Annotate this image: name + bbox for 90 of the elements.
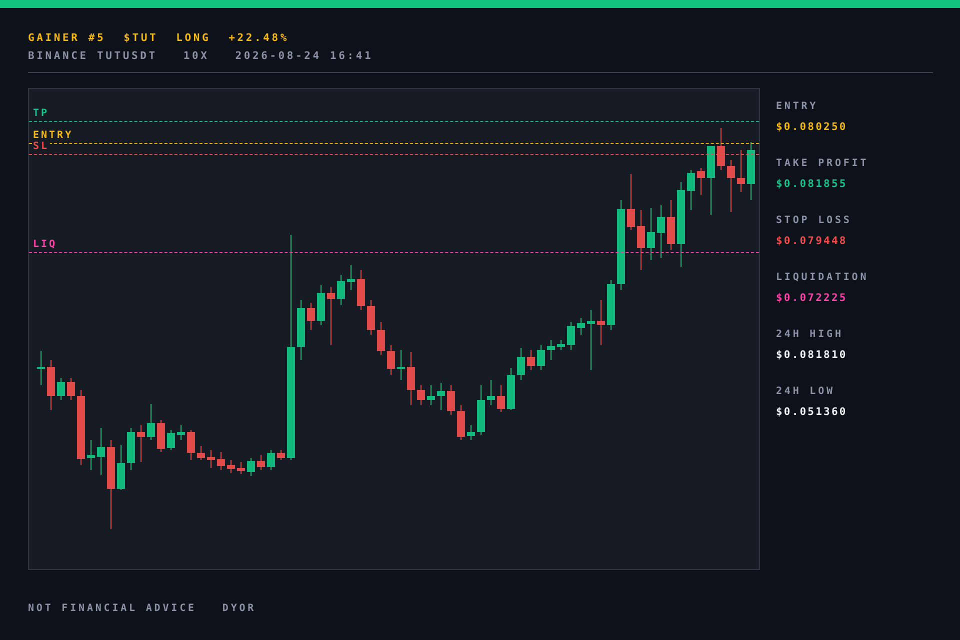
candle — [147, 404, 155, 440]
stat-label: 24H LOW — [776, 385, 836, 399]
candle — [497, 384, 505, 412]
candle — [277, 450, 285, 460]
candle — [517, 348, 525, 380]
candle — [717, 128, 725, 170]
header-title-text: $TUT — [124, 31, 158, 45]
candle — [417, 384, 425, 406]
candle — [137, 424, 145, 462]
candle — [577, 318, 585, 336]
candle — [87, 440, 95, 470]
candle — [237, 462, 245, 474]
header-title-text: LONG — [176, 31, 211, 45]
candle — [127, 428, 135, 470]
footer-text: DYOR — [222, 603, 256, 614]
header-subtitle-text: 10X — [183, 49, 210, 63]
candle — [477, 384, 485, 436]
candle — [647, 208, 655, 260]
candle — [467, 424, 475, 440]
candle — [187, 430, 195, 460]
candle — [487, 380, 495, 406]
stat-label: 24H HIGH — [776, 328, 844, 342]
candle — [337, 274, 345, 306]
candle — [567, 322, 575, 350]
candle — [307, 302, 315, 330]
header-subtitle-text: BINANCE TUTUSDT — [28, 49, 158, 63]
stat-label: LIQUIDATION — [776, 271, 869, 285]
candle — [607, 280, 615, 330]
candle — [697, 168, 705, 196]
candle — [37, 350, 45, 386]
header-title-text: +22.48% — [228, 31, 289, 45]
header-title-text: GAINER #5 — [28, 31, 106, 45]
candle — [537, 344, 545, 370]
candle — [657, 204, 665, 258]
candle — [297, 300, 305, 360]
stat-value: $0.081855 — [776, 177, 848, 191]
candle — [747, 142, 755, 200]
candle — [527, 350, 535, 370]
candle — [457, 404, 465, 440]
candle — [57, 378, 65, 400]
candle — [257, 454, 265, 470]
price-level-label: ENTRY — [32, 131, 74, 141]
stat-label: STOP LOSS — [776, 214, 853, 228]
candle — [217, 452, 225, 470]
candle — [377, 322, 385, 356]
footer-text: NOT FINANCIAL ADVICE — [28, 603, 196, 614]
candle — [247, 458, 255, 476]
candle — [397, 350, 405, 380]
candle — [67, 378, 75, 400]
candle — [47, 360, 55, 410]
stat-value: $0.079448 — [776, 234, 848, 248]
candle — [737, 150, 745, 192]
candle — [407, 352, 415, 406]
candle — [687, 170, 695, 210]
candle — [267, 450, 275, 470]
candle — [447, 384, 455, 416]
candle — [327, 286, 335, 346]
stat-value: $0.072225 — [776, 291, 848, 305]
stat-value: $0.051360 — [776, 405, 848, 419]
price-level-label: SL — [32, 142, 50, 152]
candle — [357, 270, 365, 310]
candle — [387, 344, 395, 376]
candle — [627, 174, 635, 230]
candle — [547, 340, 555, 360]
candle — [597, 300, 605, 346]
candle — [317, 284, 325, 326]
stat-label: ENTRY — [776, 100, 820, 114]
candle — [667, 200, 675, 250]
candle — [197, 446, 205, 460]
candle — [347, 264, 355, 290]
stat-label: TAKE PROFIT — [776, 157, 869, 171]
stat-value: $0.080250 — [776, 120, 848, 134]
candle — [437, 382, 445, 410]
candle — [727, 160, 735, 212]
candle — [587, 310, 595, 370]
header-subtitle-text: 2026-08-24 16:41 — [235, 49, 374, 63]
candle — [177, 424, 185, 440]
candle — [157, 420, 165, 452]
candle — [207, 450, 215, 468]
candle — [117, 444, 125, 490]
candle — [97, 428, 105, 476]
candle — [557, 340, 565, 350]
candle — [427, 384, 435, 406]
candle — [707, 146, 715, 216]
candle — [167, 430, 175, 450]
candle — [637, 210, 645, 270]
stat-value: $0.081810 — [776, 348, 848, 362]
candle — [367, 300, 375, 336]
candle — [227, 460, 235, 474]
candle — [507, 368, 515, 410]
